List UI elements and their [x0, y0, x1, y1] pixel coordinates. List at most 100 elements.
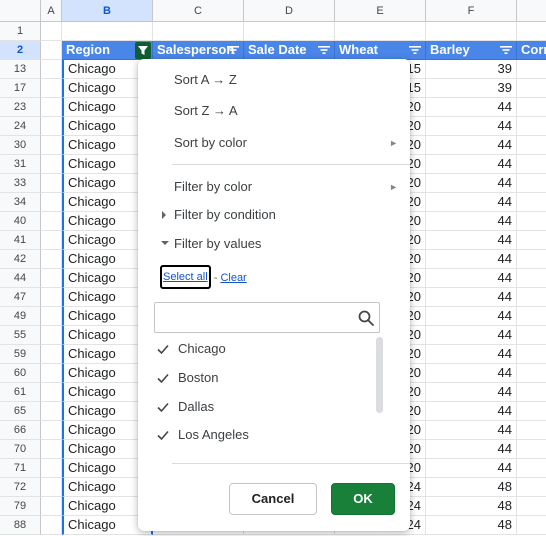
value-option-dallas[interactable]: Dallas: [157, 397, 214, 417]
corn-cell[interactable]: [517, 212, 546, 231]
grid-cell[interactable]: [153, 22, 244, 41]
column-header-b[interactable]: B: [62, 0, 153, 22]
corn-cell[interactable]: [517, 478, 546, 497]
corn-cell[interactable]: [517, 516, 546, 535]
column-header-e[interactable]: E: [335, 0, 426, 22]
grid-cell[interactable]: [41, 307, 62, 326]
barley-cell[interactable]: 44: [426, 402, 517, 421]
grid-cell[interactable]: [62, 22, 153, 41]
row-header[interactable]: 42: [0, 250, 41, 269]
grid-cell[interactable]: [41, 421, 62, 440]
barley-cell[interactable]: 44: [426, 326, 517, 345]
barley-cell[interactable]: 44: [426, 250, 517, 269]
row-header[interactable]: 66: [0, 421, 41, 440]
row-header[interactable]: 41: [0, 231, 41, 250]
filter-by-color-item[interactable]: Filter by color ►: [174, 176, 398, 198]
barley-cell[interactable]: 44: [426, 421, 517, 440]
column-title-corn[interactable]: Corn: [517, 41, 546, 60]
row-header[interactable]: 47: [0, 288, 41, 307]
column-title-barley[interactable]: Barley: [426, 41, 517, 60]
sort-z-a-item[interactable]: Sort Z → A: [174, 100, 398, 122]
grid-cell[interactable]: [41, 79, 62, 98]
barley-cell[interactable]: 39: [426, 79, 517, 98]
barley-cell[interactable]: 44: [426, 174, 517, 193]
sort-by-color-item[interactable]: Sort by color ►: [174, 132, 398, 154]
corn-cell[interactable]: [517, 60, 546, 79]
row-header[interactable]: 60: [0, 364, 41, 383]
corn-cell[interactable]: [517, 307, 546, 326]
barley-cell[interactable]: 39: [426, 60, 517, 79]
row-header[interactable]: 71: [0, 459, 41, 478]
grid-cell[interactable]: [41, 345, 62, 364]
select-all-link[interactable]: Select all: [163, 271, 208, 283]
value-option-chicago[interactable]: Chicago: [157, 339, 226, 359]
corn-cell[interactable]: [517, 174, 546, 193]
barley-cell[interactable]: 44: [426, 345, 517, 364]
grid-cell[interactable]: [41, 136, 62, 155]
row-header[interactable]: 2: [0, 41, 41, 60]
grid-cell[interactable]: [41, 459, 62, 478]
grid-cell[interactable]: [41, 326, 62, 345]
grid-cell[interactable]: [41, 383, 62, 402]
filter-icon[interactable]: [408, 44, 422, 56]
grid-cell[interactable]: [41, 155, 62, 174]
barley-cell[interactable]: 44: [426, 193, 517, 212]
value-search-input[interactable]: [154, 302, 380, 333]
grid-cell[interactable]: [41, 98, 62, 117]
corn-cell[interactable]: [517, 269, 546, 288]
select-all-corner[interactable]: [0, 0, 41, 22]
grid-cell[interactable]: [41, 212, 62, 231]
corn-cell[interactable]: [517, 155, 546, 174]
grid-cell[interactable]: [41, 440, 62, 459]
barley-cell[interactable]: 44: [426, 136, 517, 155]
barley-cell[interactable]: 48: [426, 478, 517, 497]
corn-cell[interactable]: [517, 402, 546, 421]
grid-cell[interactable]: [41, 402, 62, 421]
grid-cell[interactable]: [41, 193, 62, 212]
grid-cell[interactable]: [41, 288, 62, 307]
cancel-button[interactable]: Cancel: [229, 483, 317, 515]
grid-cell[interactable]: [41, 478, 62, 497]
column-title-region[interactable]: Region: [62, 41, 153, 60]
row-header[interactable]: 23: [0, 98, 41, 117]
grid-cell[interactable]: [41, 174, 62, 193]
corn-cell[interactable]: [517, 440, 546, 459]
corn-cell[interactable]: [517, 497, 546, 516]
filter-icon[interactable]: [499, 44, 513, 56]
corn-cell[interactable]: [517, 79, 546, 98]
grid-cell[interactable]: [244, 22, 335, 41]
barley-cell[interactable]: 44: [426, 364, 517, 383]
row-header[interactable]: 88: [0, 516, 41, 535]
barley-cell[interactable]: 48: [426, 516, 517, 535]
grid-cell[interactable]: [41, 60, 62, 79]
barley-cell[interactable]: 44: [426, 155, 517, 174]
value-option-los-angeles[interactable]: Los Angeles: [157, 425, 249, 445]
corn-cell[interactable]: [517, 345, 546, 364]
barley-cell[interactable]: 44: [426, 307, 517, 326]
corn-cell[interactable]: [517, 136, 546, 155]
active-filter-icon[interactable]: [135, 42, 151, 59]
sort-a-z-item[interactable]: Sort A → Z: [174, 69, 398, 91]
barley-cell[interactable]: 44: [426, 440, 517, 459]
corn-cell[interactable]: [517, 288, 546, 307]
row-header[interactable]: 65: [0, 402, 41, 421]
barley-cell[interactable]: 44: [426, 288, 517, 307]
grid-cell[interactable]: [41, 231, 62, 250]
ok-button[interactable]: OK: [331, 483, 395, 515]
grid-cell[interactable]: [41, 41, 62, 60]
row-header[interactable]: 79: [0, 497, 41, 516]
column-header-next[interactable]: [517, 0, 546, 22]
column-header-d[interactable]: D: [244, 0, 335, 22]
row-header[interactable]: 59: [0, 345, 41, 364]
filter-icon[interactable]: [226, 44, 240, 56]
corn-cell[interactable]: [517, 193, 546, 212]
clear-link[interactable]: Clear: [220, 272, 246, 284]
column-header-f[interactable]: F: [426, 0, 517, 22]
row-header[interactable]: 72: [0, 478, 41, 497]
corn-cell[interactable]: [517, 421, 546, 440]
barley-cell[interactable]: 44: [426, 459, 517, 478]
row-header[interactable]: 34: [0, 193, 41, 212]
column-header-c[interactable]: C: [153, 0, 244, 22]
filter-by-values-item[interactable]: Filter by values: [174, 233, 398, 255]
filter-icon[interactable]: [317, 44, 331, 56]
